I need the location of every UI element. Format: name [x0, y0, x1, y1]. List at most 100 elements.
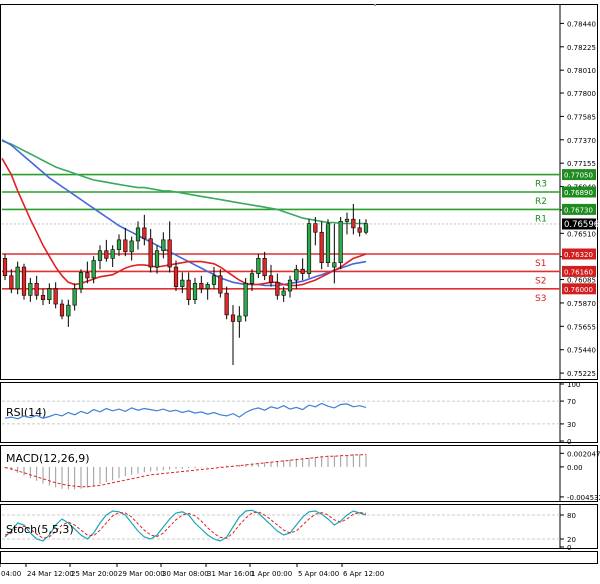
price-tick-label: 0.75655: [567, 323, 596, 331]
bottom-strip: [0, 551, 598, 564]
candle-down: [230, 314, 236, 322]
price-tick-label: 0.78225: [567, 44, 596, 52]
candle-down: [186, 279, 191, 300]
price-tick-label: 0.78440: [567, 20, 596, 28]
time-tick-label: 30 Mar 08:00: [162, 570, 209, 578]
candle-down: [275, 281, 280, 296]
time-tick-label: 31 Mar 16:00: [207, 570, 254, 578]
stoch-panel: Stoch(5,5,3) 80 200: [0, 504, 598, 552]
candle-up: [294, 268, 299, 281]
rsi-panel: RSI(14) 10070300: [0, 381, 598, 446]
candle-down: [218, 275, 223, 294]
candle-down: [59, 303, 65, 317]
price-tick-label: 0.75440: [567, 347, 596, 355]
stoch-tick-label: 80: [567, 512, 576, 520]
level-price-label: 0.76160: [564, 268, 593, 276]
candle-down: [262, 258, 267, 277]
candle-up: [249, 273, 255, 284]
stoch-label: Stoch(5,5,3): [6, 523, 74, 536]
level-price-label: 0.77050: [564, 172, 593, 180]
level-name-s2: S2: [535, 276, 546, 286]
candle-down: [2, 258, 8, 277]
price-tick-label: 0.77155: [567, 160, 596, 168]
time-tick-label: 1 Apr 00:00: [251, 570, 292, 578]
candle-down: [173, 266, 179, 287]
price-tick-label: 0.75225: [567, 370, 596, 378]
candle-down: [40, 295, 46, 300]
macd-panel-frame: [0, 445, 598, 502]
candle-up: [237, 315, 242, 322]
candle-up: [72, 288, 77, 306]
level-price-label: 0.76000: [564, 286, 593, 294]
candle-down: [148, 238, 153, 268]
time-tick-label: 25 Mar 20:00: [71, 570, 118, 578]
time-tick-label: 29 Mar 00:00: [118, 570, 165, 578]
candle-down: [123, 239, 128, 253]
price-panel: R3 R2 R1 S1 S2 S3 0.78440 0.78225 0.78010 0.7780…: [0, 3, 599, 380]
price-tick-label: 0.77800: [567, 90, 596, 98]
macd-tick-label: 0.002047: [567, 450, 600, 458]
candle-up: [78, 272, 84, 290]
rsi-tick-label: 100: [567, 381, 580, 389]
candle-down: [357, 227, 362, 233]
candle-up: [47, 288, 52, 300]
candle-down: [21, 266, 27, 296]
candle-up: [325, 223, 331, 264]
stoch-panel-frame: [0, 504, 598, 549]
candle-down: [319, 231, 324, 264]
candle-up: [180, 279, 185, 287]
candle-up: [135, 227, 141, 242]
macd-tick-label: -0.004532: [567, 494, 600, 502]
candle-up: [192, 283, 198, 300]
time-tick-label: 24 Mar 12:00: [27, 570, 74, 578]
candle-up: [281, 290, 286, 296]
candle-up: [161, 239, 166, 252]
candle-down: [142, 227, 147, 240]
candle-down: [53, 288, 58, 305]
candle-up: [110, 249, 115, 259]
level-name-s3: S3: [535, 294, 546, 304]
price-tick-label: 0.77370: [567, 137, 596, 145]
price-tick-label: 0.78010: [567, 67, 596, 75]
candle-down: [104, 250, 109, 259]
candle-up: [211, 275, 217, 285]
candle-down: [85, 272, 90, 279]
candle-up: [154, 250, 160, 268]
level-price-label: 0.76320: [564, 251, 593, 259]
time-tick-label: 5 Apr 04:00: [298, 570, 339, 578]
candle-down: [9, 275, 14, 290]
candle-up: [363, 223, 369, 233]
candle-down: [34, 283, 39, 296]
candle-up: [256, 258, 261, 274]
candle-up: [66, 304, 71, 317]
candle-up: [332, 262, 337, 268]
macd-label: MACD(12,26,9): [6, 452, 90, 465]
time-tick-label: 04:00: [1, 570, 21, 578]
stoch-tick-label: 20: [567, 536, 576, 544]
candle-down: [224, 292, 229, 316]
candle-up: [15, 266, 20, 290]
rsi-tick-label: 30: [567, 421, 576, 429]
level-price-label: 0.76730: [564, 206, 593, 214]
candle-up: [91, 260, 96, 279]
candle-up: [129, 240, 134, 253]
candle-up: [28, 283, 33, 296]
candle-up: [306, 223, 312, 274]
time-axis: 04:00 24 Mar 12:0025 Mar 20:00 29 Mar 00:0…: [0, 563, 384, 578]
level-price-label: 0.76890: [564, 189, 593, 197]
stoch-tick-label: 0: [567, 544, 571, 552]
candle-up: [344, 218, 350, 222]
candle-up: [97, 250, 103, 261]
level-name-r3: R3: [535, 180, 547, 190]
candle-down: [167, 239, 172, 268]
price-tick-label: 0.76510: [567, 230, 596, 238]
candle-down: [268, 275, 274, 283]
macd-tick-label: 0.00: [567, 464, 583, 472]
macd-panel: MACD(12,26,9) 0.002047 0.00 -0.004532: [0, 445, 600, 502]
candle-down: [199, 283, 204, 290]
current-price-label: 0.76596: [564, 220, 599, 230]
candle-down: [313, 223, 318, 233]
price-tick-label: 0.75870: [567, 300, 596, 308]
price-tick-label: 0.77585: [567, 113, 596, 121]
candle-down: [300, 268, 305, 274]
